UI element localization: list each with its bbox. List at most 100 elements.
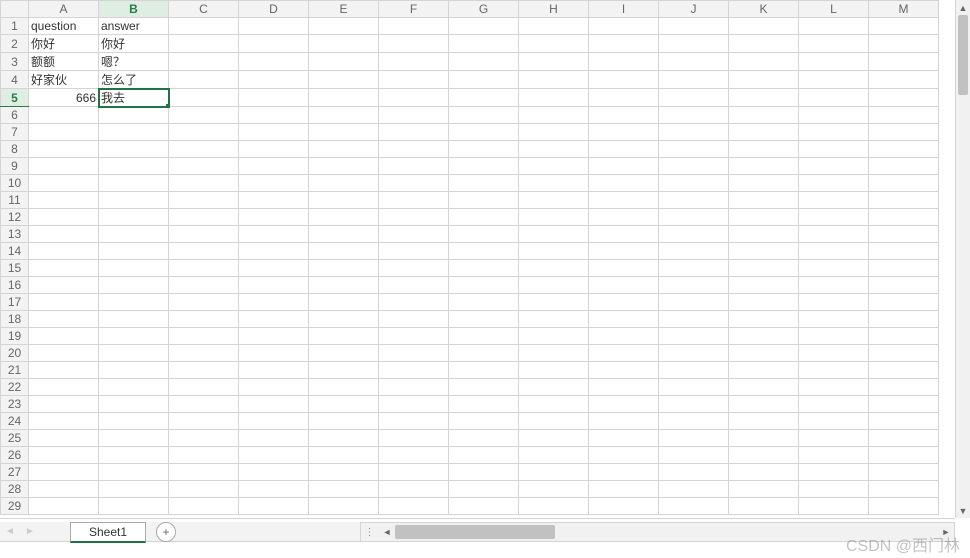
cell-M4[interactable]: [869, 71, 939, 89]
cell-M1[interactable]: [869, 18, 939, 35]
cell-K18[interactable]: [729, 311, 799, 328]
horizontal-scrollbar[interactable]: ⋮ ◄ ►: [360, 522, 955, 542]
cell-H12[interactable]: [519, 209, 589, 226]
column-header-I[interactable]: I: [589, 1, 659, 18]
cell-G17[interactable]: [449, 294, 519, 311]
cell-A10[interactable]: [29, 175, 99, 192]
cell-J11[interactable]: [659, 192, 729, 209]
hscroll-options-icon[interactable]: ⋮: [361, 527, 379, 538]
cell-A28[interactable]: [29, 481, 99, 498]
cell-E18[interactable]: [309, 311, 379, 328]
cell-G5[interactable]: [449, 89, 519, 107]
cell-G6[interactable]: [449, 107, 519, 124]
cell-H17[interactable]: [519, 294, 589, 311]
cell-A18[interactable]: [29, 311, 99, 328]
cell-E5[interactable]: [309, 89, 379, 107]
row-header-29[interactable]: 29: [1, 498, 29, 515]
cell-H24[interactable]: [519, 413, 589, 430]
cell-L23[interactable]: [799, 396, 869, 413]
cell-G29[interactable]: [449, 498, 519, 515]
cell-L3[interactable]: [799, 53, 869, 71]
cell-J12[interactable]: [659, 209, 729, 226]
cell-I25[interactable]: [589, 430, 659, 447]
cell-K25[interactable]: [729, 430, 799, 447]
cell-I28[interactable]: [589, 481, 659, 498]
cell-D5[interactable]: [239, 89, 309, 107]
cell-B9[interactable]: [99, 158, 169, 175]
cell-L27[interactable]: [799, 464, 869, 481]
cell-A15[interactable]: [29, 260, 99, 277]
cell-L29[interactable]: [799, 498, 869, 515]
cell-C26[interactable]: [169, 447, 239, 464]
cell-I27[interactable]: [589, 464, 659, 481]
cell-D1[interactable]: [239, 18, 309, 35]
cell-I13[interactable]: [589, 226, 659, 243]
vscroll-thumb[interactable]: [958, 15, 968, 95]
cell-I12[interactable]: [589, 209, 659, 226]
cell-F26[interactable]: [379, 447, 449, 464]
cell-J15[interactable]: [659, 260, 729, 277]
cell-J27[interactable]: [659, 464, 729, 481]
cell-I6[interactable]: [589, 107, 659, 124]
cell-C2[interactable]: [169, 35, 239, 53]
cell-F28[interactable]: [379, 481, 449, 498]
cell-G28[interactable]: [449, 481, 519, 498]
cell-A4[interactable]: 好家伙: [29, 71, 99, 89]
cell-J1[interactable]: [659, 18, 729, 35]
cell-C16[interactable]: [169, 277, 239, 294]
cell-B10[interactable]: [99, 175, 169, 192]
cell-E8[interactable]: [309, 141, 379, 158]
cell-D7[interactable]: [239, 124, 309, 141]
scroll-down-button[interactable]: ▼: [956, 503, 970, 518]
cell-C19[interactable]: [169, 328, 239, 345]
cell-H23[interactable]: [519, 396, 589, 413]
cell-F21[interactable]: [379, 362, 449, 379]
cell-G25[interactable]: [449, 430, 519, 447]
cell-L15[interactable]: [799, 260, 869, 277]
row-header-23[interactable]: 23: [1, 396, 29, 413]
cell-A25[interactable]: [29, 430, 99, 447]
cell-B2[interactable]: 你好: [99, 35, 169, 53]
cell-K21[interactable]: [729, 362, 799, 379]
cell-G19[interactable]: [449, 328, 519, 345]
cell-B20[interactable]: [99, 345, 169, 362]
cell-H22[interactable]: [519, 379, 589, 396]
cell-M17[interactable]: [869, 294, 939, 311]
cell-F8[interactable]: [379, 141, 449, 158]
cell-E16[interactable]: [309, 277, 379, 294]
cell-L14[interactable]: [799, 243, 869, 260]
cell-L26[interactable]: [799, 447, 869, 464]
cell-M9[interactable]: [869, 158, 939, 175]
cell-I14[interactable]: [589, 243, 659, 260]
cell-D18[interactable]: [239, 311, 309, 328]
cell-K11[interactable]: [729, 192, 799, 209]
cell-F15[interactable]: [379, 260, 449, 277]
cell-C27[interactable]: [169, 464, 239, 481]
cell-G20[interactable]: [449, 345, 519, 362]
cell-G8[interactable]: [449, 141, 519, 158]
cell-J7[interactable]: [659, 124, 729, 141]
cell-D24[interactable]: [239, 413, 309, 430]
row-header-4[interactable]: 4: [1, 71, 29, 89]
cell-A22[interactable]: [29, 379, 99, 396]
cell-F27[interactable]: [379, 464, 449, 481]
cell-I10[interactable]: [589, 175, 659, 192]
cell-E13[interactable]: [309, 226, 379, 243]
cell-F19[interactable]: [379, 328, 449, 345]
row-header-1[interactable]: 1: [1, 18, 29, 35]
cell-J13[interactable]: [659, 226, 729, 243]
cell-G4[interactable]: [449, 71, 519, 89]
cell-L5[interactable]: [799, 89, 869, 107]
cell-J29[interactable]: [659, 498, 729, 515]
sheet-tab-active[interactable]: Sheet1: [70, 522, 146, 543]
cell-M22[interactable]: [869, 379, 939, 396]
cell-D8[interactable]: [239, 141, 309, 158]
cell-G11[interactable]: [449, 192, 519, 209]
row-header-9[interactable]: 9: [1, 158, 29, 175]
cell-L19[interactable]: [799, 328, 869, 345]
cell-E24[interactable]: [309, 413, 379, 430]
cell-D9[interactable]: [239, 158, 309, 175]
cell-B21[interactable]: [99, 362, 169, 379]
column-header-K[interactable]: K: [729, 1, 799, 18]
cell-C8[interactable]: [169, 141, 239, 158]
